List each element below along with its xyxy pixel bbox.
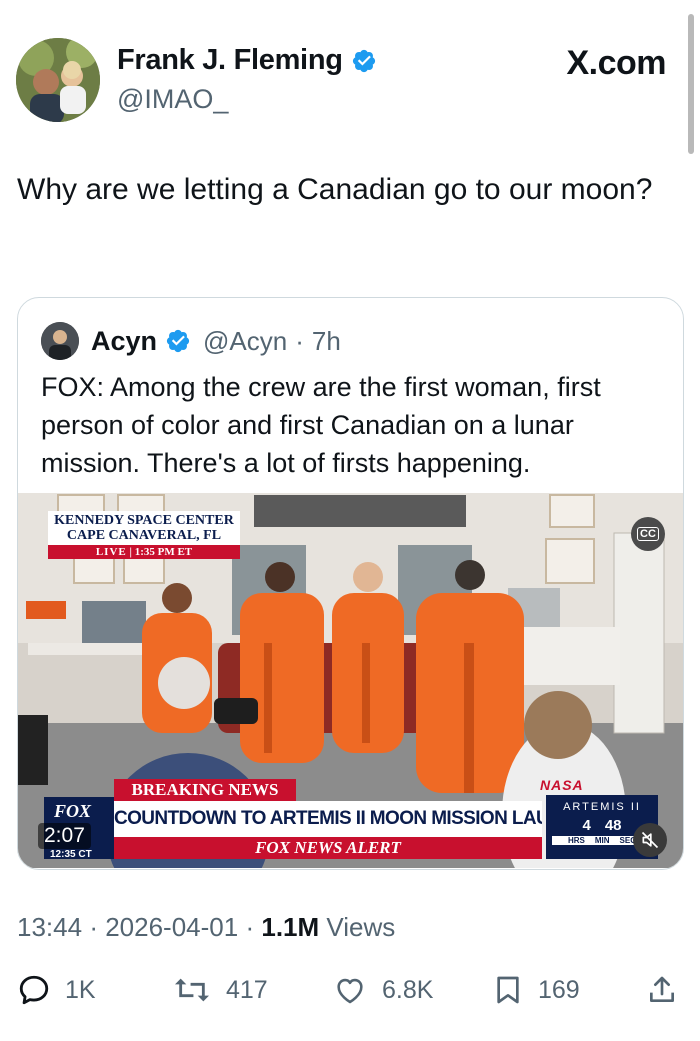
share-button[interactable] <box>646 968 678 1012</box>
verified-badge-icon <box>352 49 375 72</box>
bookmark-button[interactable]: 169 <box>492 968 580 1012</box>
author-handle[interactable]: @IMAO_ <box>117 84 228 115</box>
quoted-author-handle[interactable]: @Acyn <box>203 326 287 357</box>
reply-button[interactable]: 1K <box>17 968 96 1012</box>
alert-text: FOX NEWS ALERT <box>255 838 401 857</box>
quoted-author-name[interactable]: Acyn <box>91 326 157 357</box>
quoted-tweet-card[interactable]: Acyn @Acyn · 7h FOX: Among the crew are … <box>17 297 684 870</box>
video-player[interactable]: KENNEDY SPACE CENTER CAPE CANAVERAL, FL … <box>18 493 683 868</box>
author-name-row[interactable]: Frank J. Fleming <box>117 44 377 77</box>
like-button[interactable]: 6.8K <box>332 968 433 1012</box>
action-bar: 1K 417 6.8K 169 <box>0 968 700 1018</box>
quoted-tweet-text: FOX: Among the crew are the first woman,… <box>41 372 601 478</box>
x-brand-logo: X.com <box>566 44 666 82</box>
live-time: 1:35 PM ET <box>134 546 193 558</box>
captions-label: CC <box>637 527 659 541</box>
share-icon <box>650 976 674 1002</box>
breaking-news-tag: BREAKING NEWS <box>114 779 296 801</box>
location-line2: CAPE CANAVERAL, FL <box>66 528 222 543</box>
quoted-author-avatar[interactable] <box>41 322 79 360</box>
scrollbar[interactable] <box>688 14 694 154</box>
artemis-label: ARTEMIS II <box>563 801 641 813</box>
minutes-unit: MIN <box>594 836 610 845</box>
mute-button[interactable] <box>633 823 667 857</box>
meta-separator: · <box>89 912 98 942</box>
countdown-hours: 4 <box>582 817 591 834</box>
nasa-label: NASA <box>540 777 584 793</box>
post-meta: 13:44 · 2026-04-01 · 1.1M Views <box>17 912 395 943</box>
views-label: Views <box>326 912 396 942</box>
meta-separator: · <box>245 912 255 942</box>
repost-button[interactable]: 417 <box>172 968 268 1012</box>
post-date[interactable]: 2026-04-01 <box>105 912 238 942</box>
avatar-photo <box>41 322 79 360</box>
bookmark-count: 169 <box>538 975 580 1004</box>
location-banner: KENNEDY SPACE CENTER CAPE CANAVERAL, FL … <box>48 511 240 559</box>
speaker-muted-icon <box>641 831 659 849</box>
live-label: LIVE <box>95 546 127 558</box>
verified-badge-icon <box>166 329 190 353</box>
location-line1: KENNEDY SPACE CENTER <box>54 513 234 528</box>
heart-icon <box>337 978 363 1004</box>
hours-unit: HRS <box>567 836 585 845</box>
separator-dot: · <box>295 325 304 356</box>
avatar-photo <box>16 38 100 122</box>
headline-text: COUNTDOWN TO ARTEMIS II MOON MISSION LAU… <box>114 808 542 829</box>
repost-count: 417 <box>226 975 268 1004</box>
alert-bar: FOX NEWS ALERT <box>114 837 542 859</box>
repost-icon <box>175 978 209 1002</box>
like-count: 6.8K <box>382 975 434 1004</box>
views-count: 1.1M <box>261 912 320 942</box>
author-avatar[interactable] <box>16 38 100 122</box>
fox-clock: 12:35 CT <box>50 849 92 860</box>
post-time[interactable]: 13:44 <box>17 912 82 942</box>
video-duration: 2:07 <box>38 823 91 849</box>
countdown-minutes: 48 <box>604 817 622 834</box>
reply-count: 1K <box>65 975 96 1004</box>
bookmark-icon <box>497 976 519 1004</box>
fox-logo-text: FOX <box>54 801 92 821</box>
headline-bar: COUNTDOWN TO ARTEMIS II MOON MISSION LAU… <box>114 801 542 837</box>
author-display-name[interactable]: Frank J. Fleming <box>117 44 343 77</box>
tweet-text: Why are we letting a Canadian go to our … <box>17 173 653 206</box>
live-bar: LIVE | 1:35 PM ET <box>48 545 240 559</box>
captions-button[interactable]: CC <box>631 517 665 551</box>
quoted-post-age[interactable]: 7h <box>312 326 341 357</box>
reply-icon <box>19 975 49 1005</box>
quoted-author-row: Acyn @Acyn · 7h <box>41 322 341 360</box>
breaking-news-label: BREAKING NEWS <box>131 780 279 799</box>
